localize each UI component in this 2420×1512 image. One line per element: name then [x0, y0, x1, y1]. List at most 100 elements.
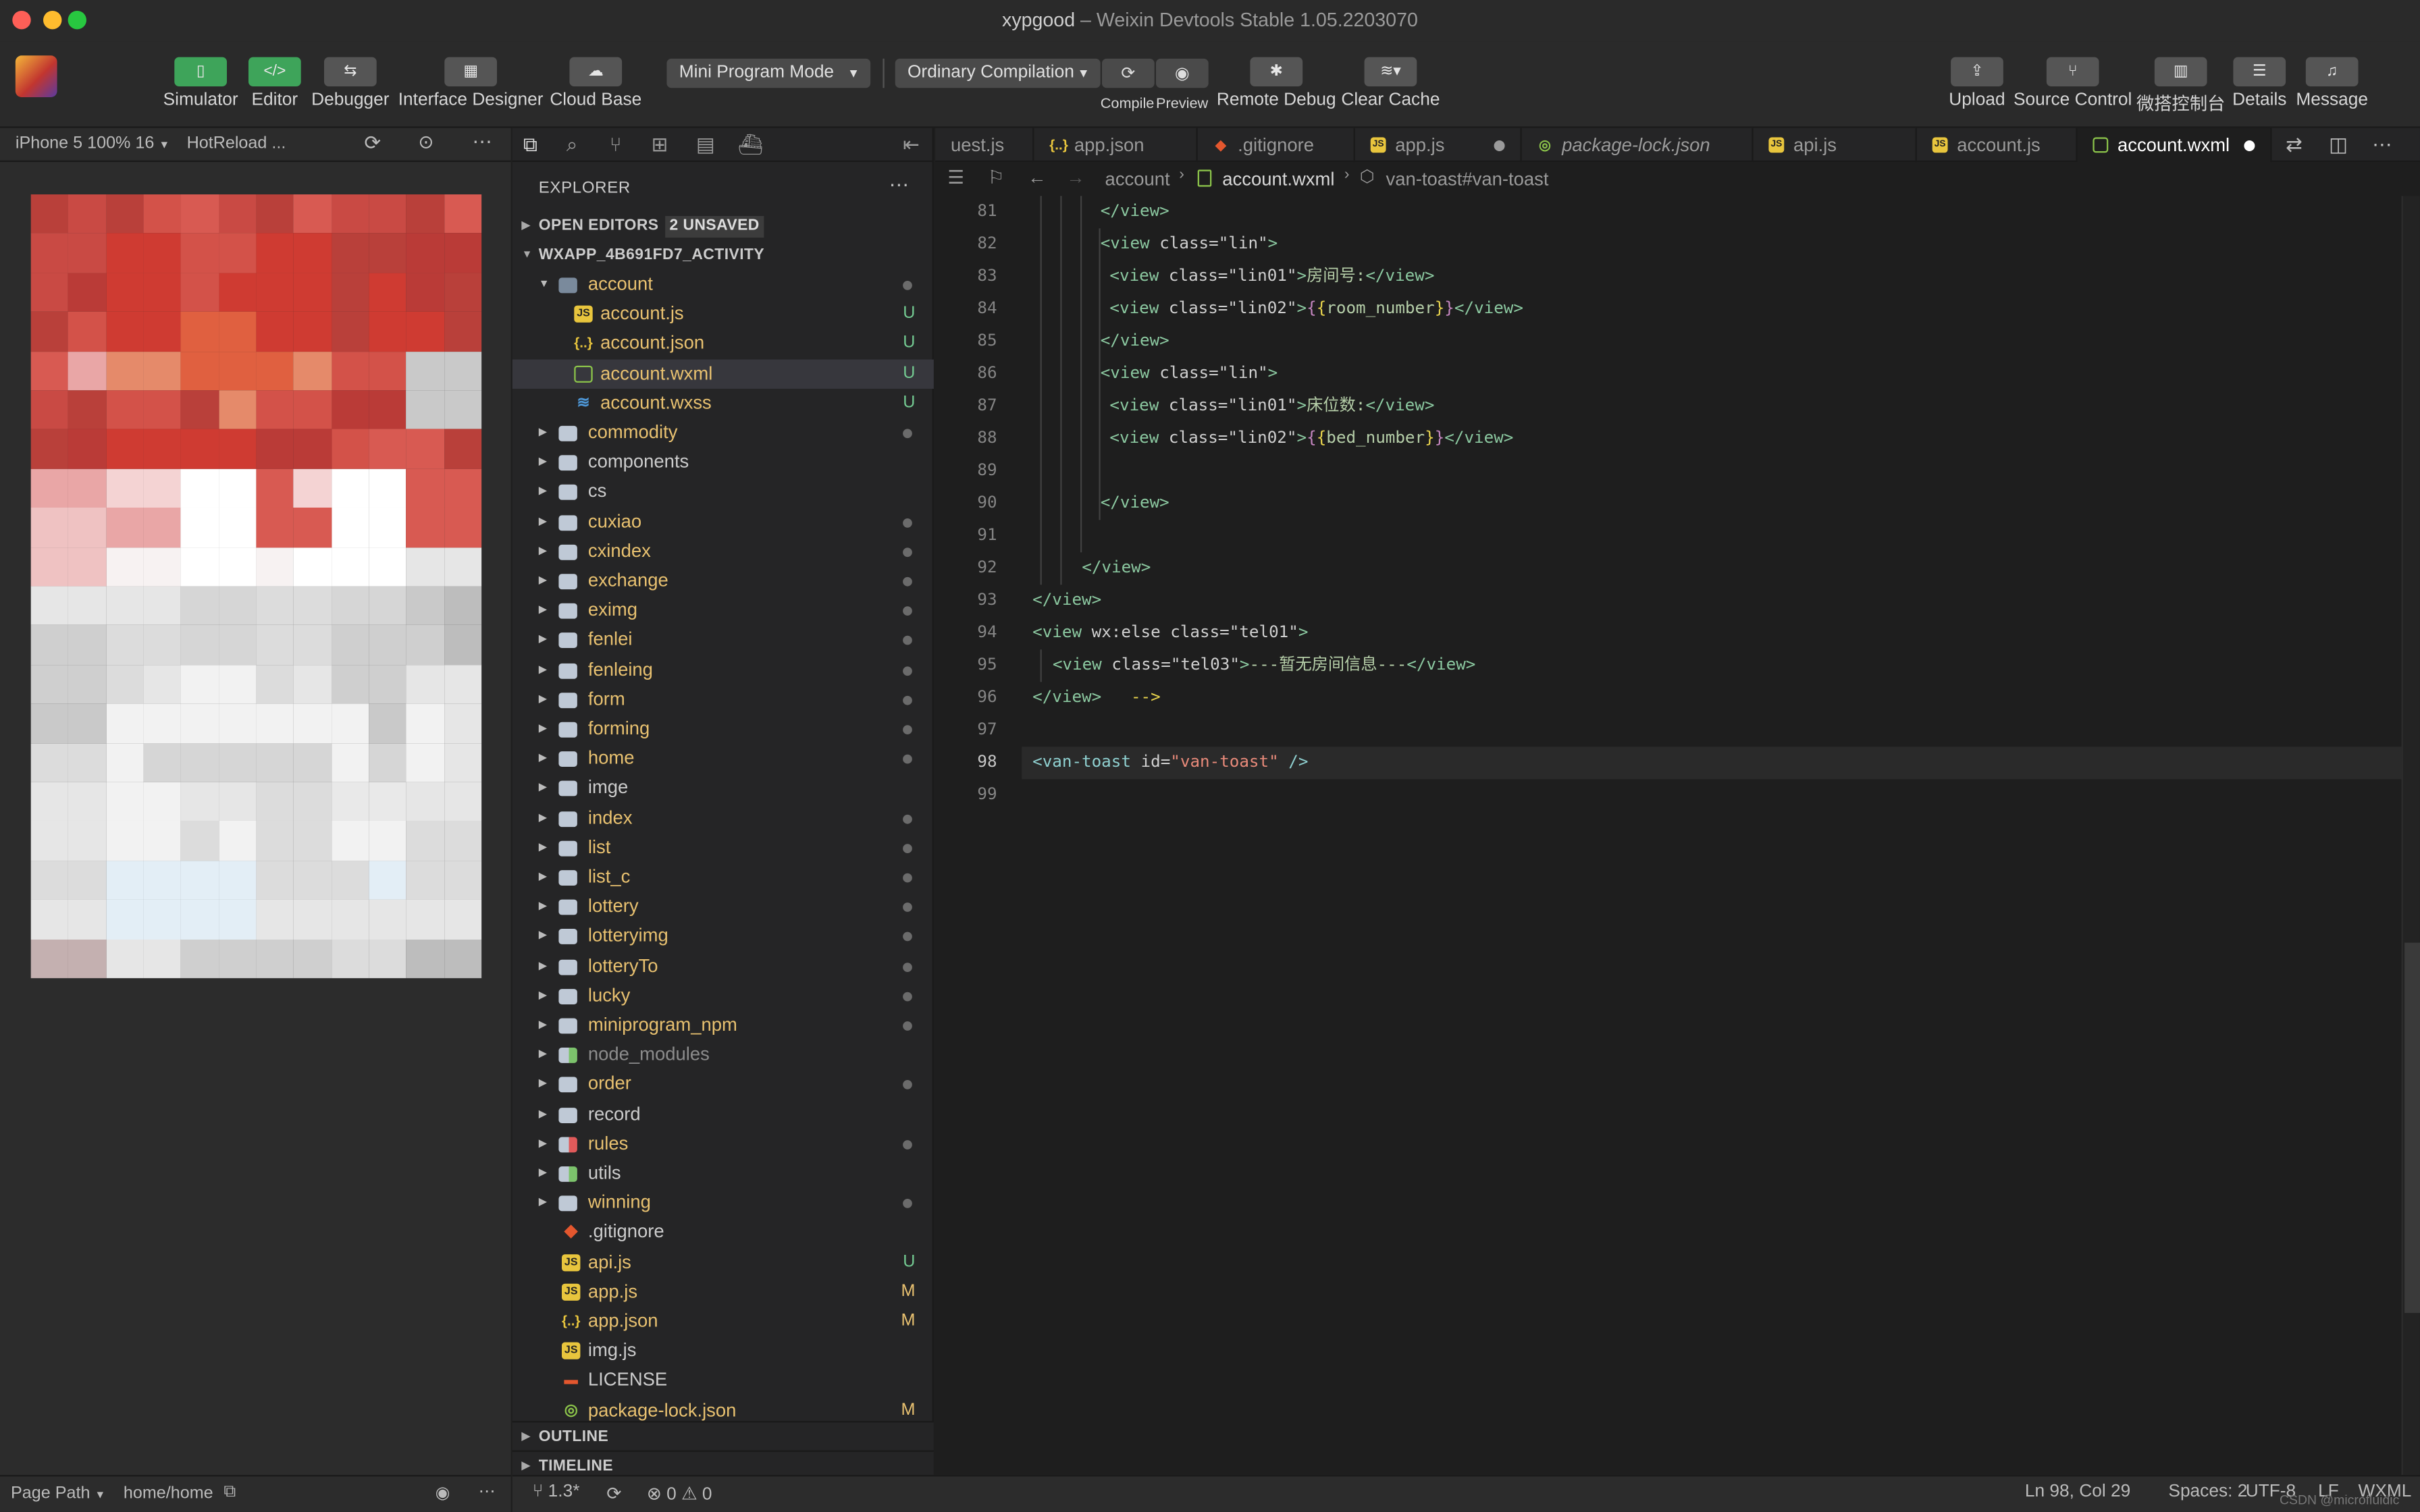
editor-tab[interactable]: {..} app.json	[1034, 128, 1198, 162]
file-tree-row[interactable]: ▶ eximg	[512, 596, 934, 626]
file-tree-row[interactable]: ▶ record	[512, 1100, 934, 1129]
more-icon[interactable]: ⋯	[479, 1481, 496, 1501]
hotreload-toggle[interactable]: HotReload ...	[187, 134, 286, 153]
extensions-icon[interactable]: ⊞	[652, 133, 668, 158]
file-tree-row[interactable]: ▶ fenleing	[512, 655, 934, 684]
editor-tab[interactable]: JS api.js	[1754, 128, 1917, 162]
mode-select[interactable]: Mini Program Mode ▼	[666, 58, 871, 88]
open-editors-section[interactable]: ▶ OPEN EDITORS 2 UNSAVED	[512, 211, 934, 240]
outline-section[interactable]: ▶ OUTLINE	[512, 1421, 934, 1451]
file-tree-row[interactable]: ▬ LICENSE	[512, 1366, 934, 1396]
file-tree-row[interactable]: JS api.js U	[512, 1247, 934, 1277]
branch-status[interactable]: ⑂ 1.3*	[533, 1483, 580, 1501]
project-section[interactable]: ▼ WXAPP_4B691FD7_ACTIVITY	[512, 241, 934, 270]
copy-icon[interactable]: ⧉	[223, 1483, 236, 1503]
file-tree-row[interactable]: ≋ account.wxss U	[512, 389, 934, 418]
file-tree-row[interactable]: ▶ forming	[512, 714, 934, 744]
file-tree-row[interactable]: ▶ exchange	[512, 566, 934, 596]
editor-tab[interactable]: ◆ .gitignore	[1198, 128, 1355, 162]
simulator-screen-pixelated[interactable]	[30, 194, 482, 979]
debugger-button[interactable]: ⇆ Debugger	[309, 57, 392, 109]
device-select[interactable]: iPhone 5 100% 16 ▼	[16, 134, 169, 153]
breadcrumb-folder[interactable]: account	[1105, 168, 1170, 190]
upload-button[interactable]: ⇪ Upload	[1945, 57, 2009, 109]
reload-icon[interactable]: ⟳	[364, 131, 381, 156]
source-control-icon[interactable]: ⑂	[610, 133, 622, 156]
stop-icon[interactable]: ⊙	[418, 131, 433, 153]
clear-cache-button[interactable]: ≋▾ Clear Cache	[1340, 57, 1442, 109]
editor-tab[interactable]: JS app.js	[1355, 128, 1522, 162]
file-tree-row[interactable]: JS account.js U	[512, 300, 934, 329]
more-icon[interactable]: ⋯	[2372, 133, 2392, 158]
problems-status[interactable]: ⊗ 0 ⚠ 0	[647, 1483, 712, 1504]
file-tree-row[interactable]: ▶ cxindex	[512, 537, 934, 566]
file-tree-row[interactable]: ▶ rules	[512, 1129, 934, 1159]
search-icon[interactable]: ⌕	[567, 133, 578, 158]
file-tree-row[interactable]: ▶ list	[512, 833, 934, 863]
indentation-status[interactable]: Spaces: 2	[2168, 1483, 2247, 1501]
project-avatar[interactable]	[15, 55, 57, 97]
interface-designer-button[interactable]: ▦ Interface Designer	[396, 57, 544, 109]
scrollbar-thumb[interactable]	[2404, 942, 2420, 1314]
file-tree-row[interactable]: ▶ form	[512, 684, 934, 714]
compilation-select[interactable]: Ordinary Compilation ▼	[895, 58, 1101, 88]
eye-icon[interactable]: ◉	[436, 1483, 450, 1503]
file-tree-row[interactable]: ▶ node_modules	[512, 1040, 934, 1070]
file-tree-row[interactable]: ▶ components	[512, 448, 934, 477]
editor-tab[interactable]: uest.js	[935, 128, 1034, 162]
unsaved-dot-icon[interactable]	[1494, 140, 1505, 151]
editor-tab[interactable]: account.wxml	[2077, 128, 2272, 162]
editor-button[interactable]: </> Editor	[244, 57, 305, 109]
wechat-console-button[interactable]: ▥ 微搭控制台	[2136, 57, 2226, 116]
file-tree-row[interactable]: ▶ cuxiao	[512, 507, 934, 537]
file-tree-row[interactable]: ▶ order	[512, 1070, 934, 1100]
file-tree-row[interactable]: {..} account.json U	[512, 329, 934, 359]
cursor-position[interactable]: Ln 98, Col 29	[2025, 1483, 2130, 1501]
file-tree-row[interactable]: ▶ lotteryTo	[512, 951, 934, 981]
file-tree-row[interactable]: ▶ list_c	[512, 863, 934, 892]
more-icon[interactable]: ⋯	[889, 173, 910, 198]
breadcrumb-file[interactable]: account.wxml	[1222, 168, 1334, 190]
editor-tab[interactable]: JS account.js	[1917, 128, 2078, 162]
storage-icon[interactable]: ▤	[696, 133, 715, 158]
docker-icon[interactable]: ⛴	[738, 133, 764, 158]
file-tree-row[interactable]: ▶ lucky	[512, 981, 934, 1010]
more-icon[interactable]: ⋯	[472, 130, 492, 155]
file-tree-row[interactable]: ▶ index	[512, 803, 934, 833]
file-tree-row[interactable]: JS app.js M	[512, 1277, 934, 1307]
file-tree-row[interactable]: ▶ utils	[512, 1159, 934, 1189]
file-tree-row[interactable]: ▼ account	[512, 270, 934, 300]
cloud-base-button[interactable]: ☁ Cloud Base	[548, 57, 643, 109]
preview-button[interactable]: ◉	[1155, 58, 1209, 88]
remote-debug-button[interactable]: ✱ Remote Debug	[1216, 57, 1336, 109]
unsaved-dot-icon[interactable]	[2244, 140, 2255, 151]
bookmark-icon[interactable]: ⚐	[988, 167, 1005, 188]
sync-icon[interactable]: ⟳	[606, 1483, 621, 1504]
file-tree-row[interactable]: ▶ cs	[512, 477, 934, 507]
files-icon[interactable]: ⧉	[523, 133, 537, 158]
breadcrumb-symbol[interactable]: van-toast#van-toast	[1386, 168, 1549, 190]
file-tree-row[interactable]: ▶ lottery	[512, 892, 934, 922]
file-tree-row[interactable]: ▶ lotteryimg	[512, 921, 934, 951]
file-tree-row[interactable]: ▶ miniprogram_npm	[512, 1010, 934, 1040]
file-tree-row[interactable]: ▶ imge	[512, 774, 934, 803]
message-button[interactable]: ♫ Message	[2294, 57, 2371, 109]
list-icon[interactable]: ☰	[947, 167, 964, 188]
compare-icon[interactable]: ⇄	[2286, 133, 2303, 158]
file-tree-row[interactable]: ◆ .gitignore	[512, 1218, 934, 1247]
back-arrow-icon[interactable]: ←	[1028, 167, 1046, 188]
file-tree-row[interactable]: ▶ home	[512, 744, 934, 774]
file-tree-row[interactable]: JS img.js	[512, 1336, 934, 1366]
file-tree-row[interactable]: ▶ winning	[512, 1188, 934, 1218]
collapse-panel-icon[interactable]: ⇤	[903, 133, 920, 158]
file-tree-row[interactable]: {..} app.json M	[512, 1307, 934, 1336]
details-button[interactable]: ☰ Details	[2229, 57, 2290, 109]
code-editor[interactable]: 81 </view> 82 <view class="lin"> 83 <view cla…	[935, 196, 2420, 1476]
forward-arrow-icon[interactable]: →	[1066, 167, 1084, 188]
vertical-scrollbar[interactable]	[2401, 196, 2420, 1476]
file-tree-row[interactable]: account.wxml U	[512, 358, 934, 389]
source-control-button[interactable]: ⑂ Source Control	[2013, 57, 2133, 109]
simulator-button[interactable]: ▯ Simulator	[161, 57, 241, 109]
page-path-select[interactable]: Page Path ▼	[11, 1484, 105, 1503]
compile-button[interactable]: ⟳	[1101, 58, 1155, 88]
